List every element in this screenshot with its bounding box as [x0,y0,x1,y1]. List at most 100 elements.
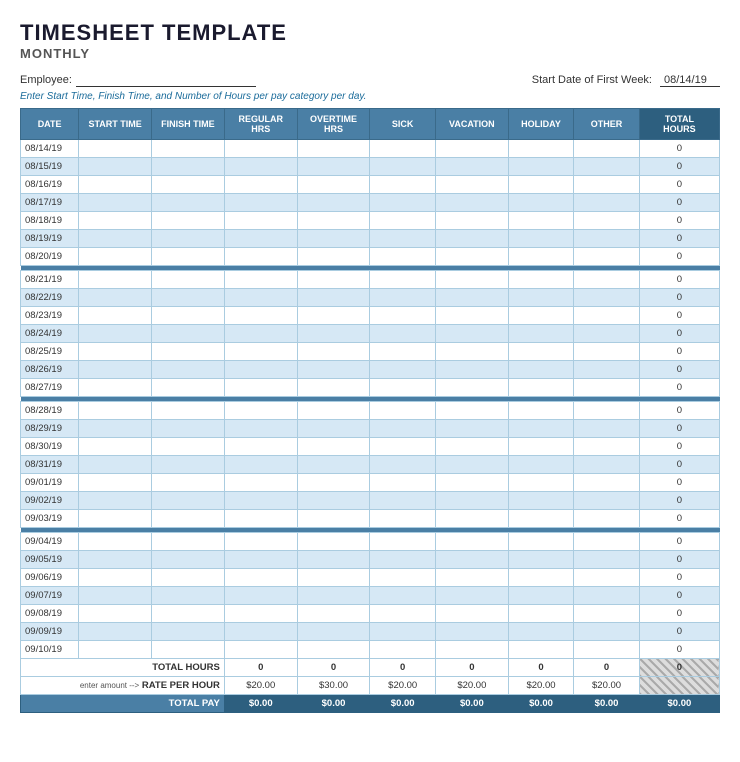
input-cell[interactable] [574,438,640,456]
input-cell[interactable] [224,343,297,361]
total-hours-cell[interactable]: 0 [639,289,719,307]
input-cell[interactable] [152,325,225,343]
input-cell[interactable] [79,623,152,641]
input-cell[interactable] [435,510,508,528]
input-cell[interactable] [79,551,152,569]
input-cell[interactable] [79,533,152,551]
input-cell[interactable] [79,641,152,659]
input-cell[interactable] [370,533,436,551]
input-cell[interactable] [370,641,436,659]
input-cell[interactable] [435,194,508,212]
input-cell[interactable] [297,641,370,659]
input-cell[interactable] [224,212,297,230]
input-cell[interactable] [370,158,436,176]
input-cell[interactable] [508,212,574,230]
total-hours-cell[interactable]: 0 [639,361,719,379]
total-hours-cell[interactable]: 0 [639,420,719,438]
input-cell[interactable] [508,140,574,158]
input-cell[interactable] [297,605,370,623]
input-cell[interactable] [508,271,574,289]
input-cell[interactable] [508,158,574,176]
input-cell[interactable] [508,510,574,528]
input-cell[interactable] [152,176,225,194]
input-cell[interactable] [508,641,574,659]
input-cell[interactable] [152,248,225,266]
input-cell[interactable] [297,438,370,456]
total-hours-cell[interactable]: 0 [639,307,719,325]
input-cell[interactable] [79,569,152,587]
input-cell[interactable] [79,456,152,474]
total-hours-cell[interactable]: 0 [639,271,719,289]
input-cell[interactable] [79,289,152,307]
input-cell[interactable] [79,605,152,623]
input-cell[interactable] [297,551,370,569]
rate-value[interactable]: $20.00 [224,677,297,695]
input-cell[interactable] [297,158,370,176]
input-cell[interactable] [574,271,640,289]
input-cell[interactable] [574,510,640,528]
input-cell[interactable] [152,551,225,569]
total-hours-cell[interactable]: 0 [639,158,719,176]
input-cell[interactable] [79,438,152,456]
input-cell[interactable] [435,176,508,194]
input-cell[interactable] [224,361,297,379]
input-cell[interactable] [574,551,640,569]
input-cell[interactable] [574,569,640,587]
input-cell[interactable] [152,289,225,307]
input-cell[interactable] [224,438,297,456]
input-cell[interactable] [574,623,640,641]
input-cell[interactable] [224,230,297,248]
input-cell[interactable] [297,271,370,289]
total-hours-cell[interactable]: 0 [639,402,719,420]
input-cell[interactable] [508,438,574,456]
input-cell[interactable] [435,289,508,307]
total-hours-cell[interactable]: 0 [639,623,719,641]
input-cell[interactable] [435,438,508,456]
input-cell[interactable] [435,474,508,492]
input-cell[interactable] [224,307,297,325]
total-hours-cell[interactable]: 0 [639,456,719,474]
input-cell[interactable] [370,343,436,361]
total-hours-cell[interactable]: 0 [639,230,719,248]
input-cell[interactable] [79,158,152,176]
input-cell[interactable] [370,492,436,510]
input-cell[interactable] [79,212,152,230]
total-hours-cell[interactable]: 0 [639,379,719,397]
input-cell[interactable] [574,379,640,397]
total-hours-cell[interactable]: 0 [639,248,719,266]
input-cell[interactable] [152,230,225,248]
input-cell[interactable] [370,587,436,605]
total-hours-cell[interactable]: 0 [639,492,719,510]
input-cell[interactable] [224,289,297,307]
input-cell[interactable] [435,641,508,659]
rate-value[interactable]: $20.00 [574,677,640,695]
input-cell[interactable] [435,158,508,176]
input-cell[interactable] [79,587,152,605]
input-cell[interactable] [508,402,574,420]
input-cell[interactable] [297,307,370,325]
input-cell[interactable] [224,194,297,212]
input-cell[interactable] [79,361,152,379]
input-cell[interactable] [297,289,370,307]
total-hours-cell[interactable]: 0 [639,569,719,587]
input-cell[interactable] [224,533,297,551]
input-cell[interactable] [370,325,436,343]
input-cell[interactable] [152,474,225,492]
input-cell[interactable] [224,140,297,158]
input-cell[interactable] [574,420,640,438]
input-cell[interactable] [435,569,508,587]
input-cell[interactable] [370,623,436,641]
rate-value[interactable]: $20.00 [370,677,436,695]
input-cell[interactable] [574,176,640,194]
input-cell[interactable] [79,474,152,492]
input-cell[interactable] [574,212,640,230]
rate-value[interactable]: $20.00 [508,677,574,695]
input-cell[interactable] [297,420,370,438]
input-cell[interactable] [574,587,640,605]
input-cell[interactable] [224,456,297,474]
input-cell[interactable] [79,325,152,343]
input-cell[interactable] [370,605,436,623]
input-cell[interactable] [574,194,640,212]
input-cell[interactable] [224,248,297,266]
input-cell[interactable] [152,140,225,158]
